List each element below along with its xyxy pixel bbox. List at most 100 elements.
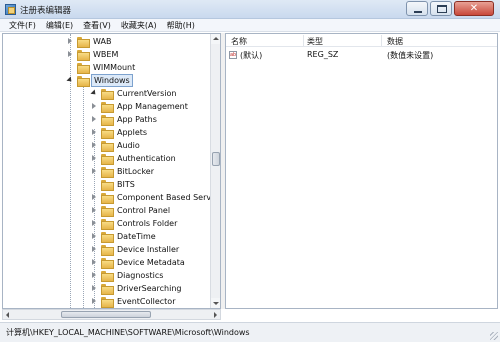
tree-item[interactable]: App Management [91,100,190,113]
expand-arrow-icon[interactable] [67,38,74,45]
tree-item[interactable]: DateTime [91,230,158,243]
tree-item[interactable]: Diagnostics [91,269,165,282]
tree-guide-line [83,86,84,308]
tree-item[interactable]: BITS [91,178,137,191]
expand-arrow-icon[interactable] [91,246,98,253]
folder-icon [101,115,114,126]
scroll-left-arrow-icon[interactable] [3,310,13,319]
tree-item-label: DateTime [117,232,156,241]
expand-arrow-icon[interactable] [91,103,98,110]
close-button[interactable]: ✕ [454,1,494,16]
tree-item[interactable]: EventCollector [91,295,177,308]
values-list-pane[interactable]: 名称 类型 数据 ab (默认) REG_SZ (数值未设置) [225,33,498,309]
folder-icon [101,128,114,139]
tree-item-label: App Paths [117,115,157,124]
tree-item[interactable]: Windows [67,74,133,87]
folder-icon [101,232,114,243]
expand-arrow-icon[interactable] [67,51,74,58]
expand-arrow-icon[interactable] [91,194,98,201]
folder-icon [101,245,114,256]
scroll-down-arrow-icon[interactable] [211,298,220,308]
no-expander [91,181,98,188]
maximize-icon [437,5,447,13]
tree-item-label: App Management [117,102,188,111]
scroll-thumb[interactable] [212,152,220,166]
column-header-data[interactable]: 数据 [387,36,403,47]
tree-item[interactable]: BitLocker [91,165,156,178]
tree-vertical-scrollbar[interactable] [210,34,220,308]
registry-editor-icon [5,4,16,15]
tree-horizontal-scrollbar[interactable] [2,309,221,320]
tree-item[interactable]: Controls Folder [91,217,179,230]
tree-item-label: WBEM [93,50,119,59]
expand-arrow-icon[interactable] [91,285,98,292]
expand-arrow-icon[interactable] [91,142,98,149]
tree-item-label: CurrentVersion [117,89,177,98]
menu-file[interactable]: 文件(F) [4,19,41,32]
value-type: REG_SZ [307,50,339,59]
horizontal-scroll-thumb[interactable] [61,311,151,318]
column-divider[interactable] [303,35,304,46]
column-header-type[interactable]: 类型 [307,36,323,47]
tree-item-label: Controls Folder [117,219,178,228]
tree-item[interactable]: Device Installer [91,243,181,256]
folder-icon [101,271,114,282]
scroll-right-arrow-icon[interactable] [210,310,220,319]
value-data: (数值未设置) [387,51,434,60]
tree-item[interactable]: App Paths [91,113,159,126]
expand-arrow-icon[interactable] [91,129,98,136]
column-divider[interactable] [381,35,382,46]
expand-arrow-icon[interactable] [91,207,98,214]
tree-item[interactable]: CurrentVersion [91,87,178,100]
tree-item-label: Authentication [117,154,176,163]
scroll-up-arrow-icon[interactable] [211,34,220,44]
tree-item[interactable]: WAB [67,35,113,48]
tree-item-label: Device Metadata [117,258,185,267]
value-row[interactable]: ab (默认) REG_SZ (数值未设置) [226,49,497,61]
expand-arrow-icon[interactable] [91,233,98,240]
tree-item-label: Control Panel [117,206,171,215]
expand-arrow-icon[interactable] [91,168,98,175]
expand-arrow-icon[interactable] [91,155,98,162]
folder-icon [101,193,114,204]
folder-icon [101,154,114,165]
expand-arrow-icon[interactable] [91,259,98,266]
collapse-arrow-icon[interactable] [67,77,74,84]
folder-icon [77,76,90,87]
menu-edit[interactable]: 编辑(E) [41,19,78,32]
folder-icon [77,37,90,48]
menu-help[interactable]: 帮助(H) [162,19,200,32]
window-controls: ✕ [404,1,494,16]
maximize-button[interactable] [430,1,452,16]
tree-item[interactable]: WBEM [67,48,120,61]
current-key-path: 计算机\HKEY_LOCAL_MACHINE\SOFTWARE\Microsof… [6,328,250,337]
tree-item-label: Diagnostics [117,271,164,280]
menu-view[interactable]: 查看(V) [78,19,116,32]
expand-arrow-icon[interactable] [91,272,98,279]
menu-bar: 文件(F) 编辑(E) 查看(V) 收藏夹(A) 帮助(H) [0,19,500,32]
resize-grip-icon[interactable] [490,332,498,340]
tree-item[interactable]: Control Panel [91,204,172,217]
tree-item[interactable]: Component Based Servicin [91,191,211,204]
folder-icon [101,258,114,269]
expand-arrow-icon[interactable] [91,116,98,123]
folder-icon [101,141,114,152]
menu-favorites[interactable]: 收藏夹(A) [116,19,162,32]
expand-arrow-icon[interactable] [91,220,98,227]
folder-icon [101,284,114,295]
expand-arrow-icon[interactable] [91,298,98,305]
tree-item[interactable]: Audio [91,139,142,152]
tree-item[interactable]: Applets [91,126,149,139]
minimize-button[interactable] [406,1,428,16]
status-bar: 计算机\HKEY_LOCAL_MACHINE\SOFTWARE\Microsof… [0,322,500,342]
tree-item[interactable]: WIMMount [67,61,137,74]
tree-item[interactable]: DriverSearching [91,282,183,295]
tree-item[interactable]: Device Metadata [91,256,187,269]
collapse-arrow-icon[interactable] [91,90,98,97]
close-icon: ✕ [469,3,479,14]
registry-tree-pane[interactable]: WAB WBEM WIMMount Windows CurrentVersion App … [2,33,221,309]
tree-item-label: BitLocker [117,167,155,176]
registry-tree: WAB WBEM WIMMount Windows CurrentVersion App … [3,34,211,308]
tree-item[interactable]: Authentication [91,152,178,165]
column-header-name[interactable]: 名称 [231,36,247,47]
